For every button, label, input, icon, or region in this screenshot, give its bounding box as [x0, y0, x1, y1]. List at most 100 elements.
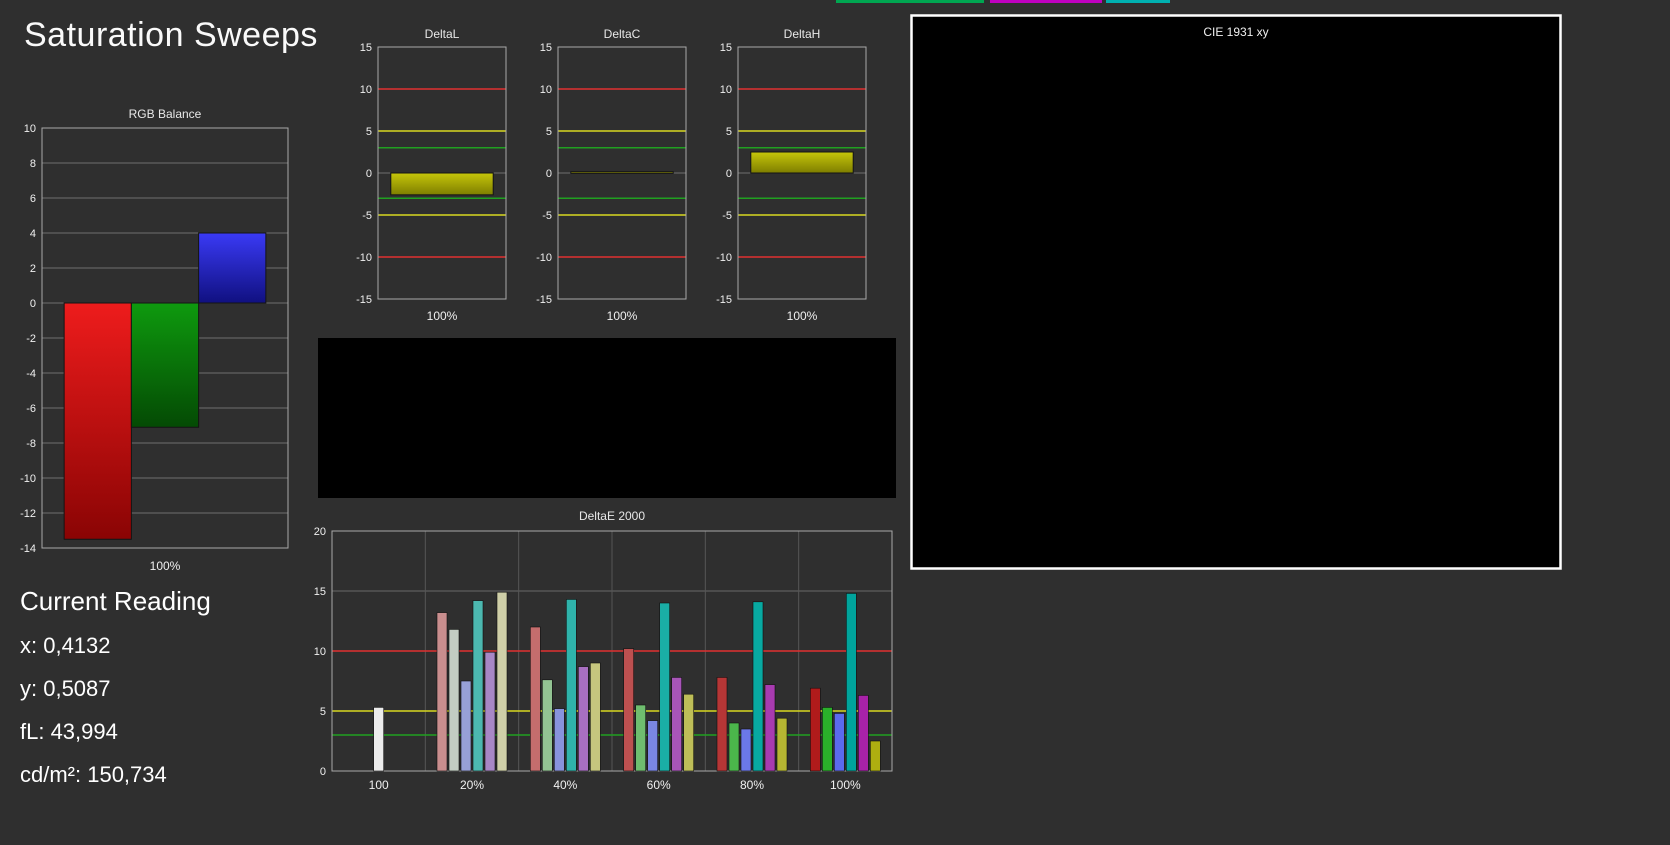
svg-text:-10: -10	[356, 252, 372, 264]
svg-text:10: 10	[720, 84, 732, 96]
svg-text:0: 0	[366, 168, 372, 180]
delta-e-bar	[870, 740, 881, 772]
delta-h-chart: DeltaH 15 10 5 0 -5 -10 -15 100%	[716, 27, 867, 323]
cyan-mark	[1106, 0, 1170, 3]
svg-text:15: 15	[360, 42, 372, 54]
delta-e-bar	[752, 601, 764, 772]
delta-e-bar	[671, 677, 682, 772]
svg-text:100%: 100%	[830, 778, 861, 792]
svg-text:10: 10	[24, 123, 36, 135]
svg-text:-15: -15	[716, 294, 732, 306]
delta-e-bar	[373, 707, 384, 772]
svg-text:100%: 100%	[427, 309, 458, 323]
svg-text:10: 10	[540, 84, 552, 96]
reading-x: x: 0,4132	[20, 633, 111, 658]
svg-text:20%: 20%	[460, 778, 484, 792]
svg-text:-10: -10	[716, 252, 732, 264]
green-mark	[836, 0, 984, 3]
delta-e-bar	[472, 600, 484, 772]
svg-text:4: 4	[30, 228, 36, 240]
reading-y: y: 0,5087	[20, 676, 111, 701]
delta-e-bar	[858, 695, 869, 772]
svg-text:100: 100	[369, 778, 389, 792]
delta-e-bar	[448, 629, 460, 772]
svg-text:100%: 100%	[150, 559, 181, 573]
svg-text:10: 10	[314, 646, 326, 658]
delta-e-bar	[590, 662, 601, 772]
svg-text:-15: -15	[356, 294, 372, 306]
svg-text:-15: -15	[536, 294, 552, 306]
delta-e-bar	[764, 684, 776, 772]
delta-e-bar	[623, 648, 634, 772]
delta-e-bar	[846, 593, 857, 772]
delta-e-bar	[659, 602, 670, 772]
current-reading: Current Reading x: 0,4132 y: 0,5087 fL: …	[20, 586, 211, 805]
svg-text:-5: -5	[362, 210, 372, 222]
svg-text:10: 10	[360, 84, 372, 96]
svg-text:15: 15	[720, 42, 732, 54]
svg-text:-14: -14	[20, 543, 36, 555]
delta-e-bar	[566, 599, 577, 772]
svg-text:0: 0	[726, 168, 732, 180]
current-reading-heading: Current Reading	[20, 586, 211, 616]
delta-e-bar	[460, 680, 472, 772]
delta-e-bar	[810, 687, 821, 772]
delta-e-bar	[635, 704, 646, 772]
svg-text:0: 0	[30, 298, 36, 310]
svg-text:-12: -12	[20, 508, 36, 520]
svg-text:5: 5	[366, 126, 372, 138]
chart-title: DeltaH	[784, 27, 821, 41]
delta-c-chart: DeltaC 15 10 5 0 -5 -10 -15 100%	[536, 27, 687, 323]
svg-text:-4: -4	[26, 368, 36, 380]
svg-text:100%: 100%	[787, 309, 818, 323]
rgb-balance-bar-blue	[198, 232, 267, 304]
svg-text:80%: 80%	[740, 778, 764, 792]
delta-e-bar	[436, 612, 448, 772]
svg-text:-5: -5	[722, 210, 732, 222]
chart-title: CIE 1931 xy	[1203, 25, 1268, 39]
delta-e-bar	[496, 591, 508, 772]
svg-text:2: 2	[30, 263, 36, 275]
svg-text:-2: -2	[26, 333, 36, 345]
svg-text:-10: -10	[536, 252, 552, 264]
rgb-balance-bar-red	[63, 302, 132, 540]
svg-text:15: 15	[540, 42, 552, 54]
svg-text:100%: 100%	[607, 309, 638, 323]
svg-text:5: 5	[726, 126, 732, 138]
delta-e-bar	[530, 626, 541, 772]
reading-fl: fL: 43,994	[20, 719, 118, 744]
rgb-balance-chart: RGB Balance 10 8 6 4 2 0 -2 -4 -6 -8 -10 -12 -14 100%	[20, 107, 289, 573]
svg-text:0: 0	[546, 168, 552, 180]
svg-text:-5: -5	[542, 210, 552, 222]
svg-text:8: 8	[30, 158, 36, 170]
rgb-balance-bar-green	[130, 302, 200, 428]
delta-e-bar	[822, 707, 833, 772]
chart-title: RGB Balance	[129, 107, 202, 121]
delta-h-bar-deltaH	[750, 151, 854, 174]
reading-cdm2: cd/m²: 150,734	[20, 762, 167, 787]
saturation-sweeps-page: Saturation Sweeps RGB Balance 10 8 6 4 2 0 -2 -4…	[0, 0, 1670, 845]
chart-title: DeltaL	[425, 27, 460, 41]
svg-text:15: 15	[314, 586, 326, 598]
magenta-mark	[990, 0, 1102, 3]
delta-l-bar-deltaL	[390, 172, 494, 196]
delta-e-bar	[834, 713, 845, 772]
delta-l-chart: DeltaL 15 10 5 0 -5 -10 -15 100%	[356, 27, 507, 323]
delta-e-bar	[554, 708, 565, 772]
page-title: Saturation Sweeps	[24, 16, 318, 54]
swatch-panel	[318, 338, 896, 498]
delta-e-chart: DeltaE 2000 0 5 10 15 20 100 20% 40% 60% 80% 100%	[314, 509, 893, 792]
svg-text:5: 5	[320, 706, 326, 718]
delta-e-bar	[740, 728, 752, 772]
svg-text:-8: -8	[26, 438, 36, 450]
delta-e-bar	[716, 677, 728, 772]
delta-e-bar	[542, 679, 553, 772]
delta-e-bar	[484, 651, 496, 772]
delta-e-bar	[578, 666, 589, 772]
svg-text:-10: -10	[20, 473, 36, 485]
svg-text:40%: 40%	[553, 778, 577, 792]
delta-e-bar	[776, 717, 788, 772]
svg-text:20: 20	[314, 526, 326, 538]
chart-title: DeltaC	[604, 27, 641, 41]
chart-title: DeltaE 2000	[579, 509, 645, 523]
